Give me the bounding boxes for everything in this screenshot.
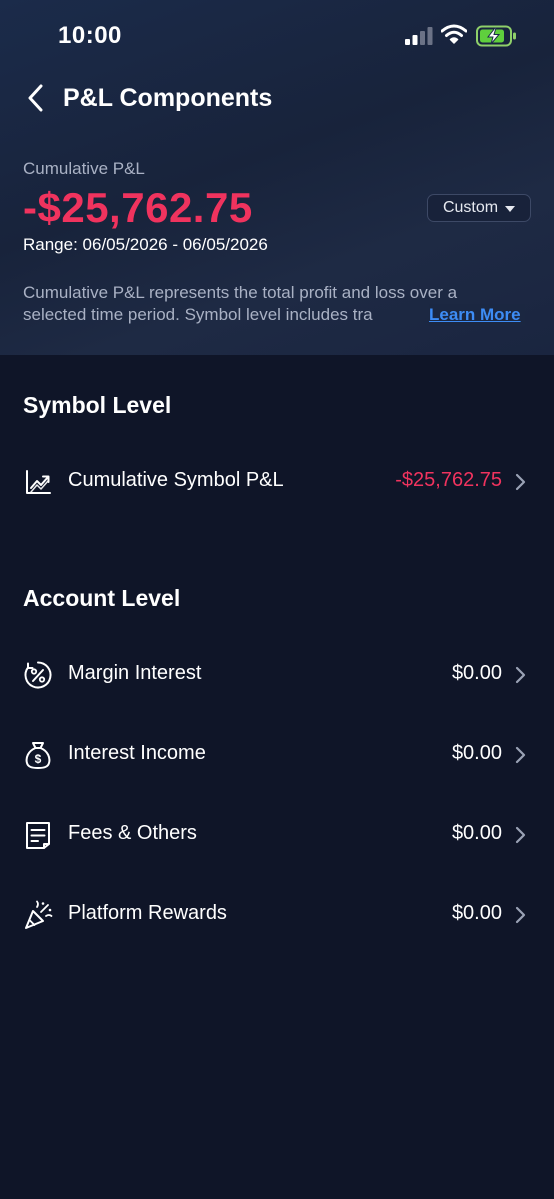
period-dropdown-label: Custom (442, 199, 499, 216)
status-bar: 10:00 (0, 0, 554, 74)
row-label: Fees & Others (68, 822, 197, 844)
symbol-level-heading: Symbol Level (23, 392, 172, 418)
battery-charging-icon (476, 25, 516, 47)
page-title: P&L Components (63, 84, 273, 112)
cumulative-pl-value: -$25,762.75 (23, 184, 253, 231)
row-label: Cumulative Symbol P&L (68, 469, 284, 491)
back-button[interactable] (18, 80, 52, 116)
cumulative-pl-label: Cumulative P&L (23, 159, 145, 178)
row-value: -$25,762.75 (395, 469, 502, 491)
chevron-right-icon (515, 666, 526, 684)
learn-more-link[interactable]: Learn More (429, 304, 525, 326)
chevron-right-icon (515, 746, 526, 764)
chevron-right-icon (515, 906, 526, 924)
date-range-text: Range: 06/05/2026 - 06/05/2026 (23, 235, 268, 254)
row-value: $0.00 (451, 822, 502, 844)
party-popper-icon (25, 900, 53, 929)
margin-interest-row[interactable]: Margin Interest $0.00 (0, 646, 554, 702)
row-label: Platform Rewards (68, 902, 227, 924)
period-dropdown-button[interactable]: Custom (427, 194, 531, 222)
cumulative-symbol-pl-row[interactable]: Cumulative Symbol P&L -$25,762.75 (0, 453, 554, 509)
row-value: $0.00 (451, 742, 502, 764)
row-label: Interest Income (68, 742, 206, 764)
pl-components-screen: 10:00 P&L Components Cumulative P&L -$25… (0, 0, 554, 1199)
receipt-icon (26, 822, 50, 849)
row-value: $0.00 (451, 902, 502, 924)
status-time: 10:00 (58, 22, 122, 49)
trend-chart-icon (26, 470, 51, 494)
row-label: Margin Interest (68, 662, 202, 684)
fees-others-row[interactable]: Fees & Others $0.00 (0, 806, 554, 862)
money-bag-icon: $ (25, 742, 51, 769)
chevron-right-icon (515, 826, 526, 844)
caret-down-icon (505, 205, 516, 212)
svg-text:$: $ (35, 752, 42, 766)
wifi-icon (441, 24, 467, 44)
row-value: $0.00 (451, 662, 502, 684)
chevron-left-icon (28, 84, 43, 112)
percent-circle-icon (24, 661, 52, 689)
platform-rewards-row[interactable]: Platform Rewards $0.00 (0, 886, 554, 942)
description-line-1: Cumulative P&L represents the total prof… (23, 283, 458, 302)
chevron-right-icon (515, 473, 526, 491)
interest-income-row[interactable]: $ Interest Income $0.00 (0, 726, 554, 782)
account-level-heading: Account Level (23, 585, 181, 611)
cellular-signal-icon (405, 27, 433, 45)
